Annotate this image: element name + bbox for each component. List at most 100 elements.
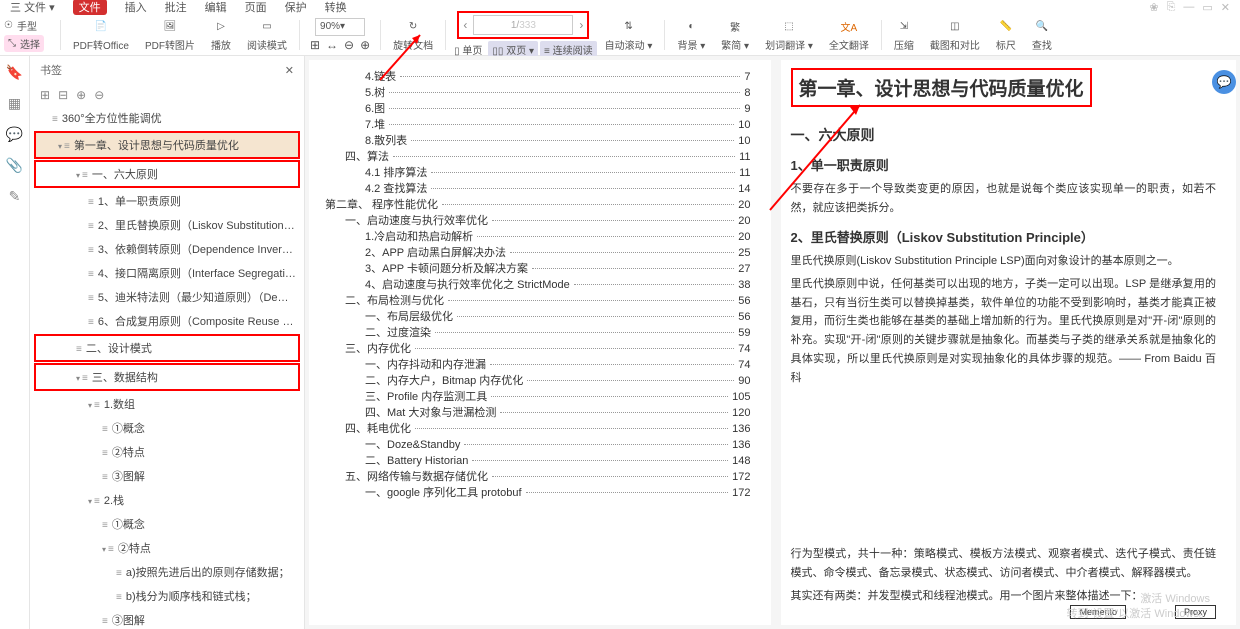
wc-max[interactable]: ▭ (1202, 1, 1212, 14)
bookmark-item[interactable]: a)按照先进后出的原则存储数据； (30, 560, 304, 584)
thumbnail-icon[interactable]: ▦ (8, 95, 21, 112)
toc-line: 三、内存优化74 (325, 340, 751, 356)
bookmark-item[interactable]: 1、单一职责原则 (30, 189, 304, 213)
tab-protect[interactable]: 保护 (285, 0, 307, 15)
toc-line: 一、启动速度与执行效率优化20 (325, 212, 751, 228)
right-p1: 行为型模式，共十一种：策略模式、模板方法模式、观察者模式、迭代子模式、责任链模式… (791, 545, 1217, 582)
section1-h: 1、单一职责原则 (791, 155, 1217, 174)
chat-bubble-icon[interactable]: 💬 (1212, 70, 1236, 94)
toc-line: 四、Mat 大对象与泄漏检测120 (325, 404, 751, 420)
play-button[interactable]: ▷播放 (211, 17, 231, 52)
pdf-to-office[interactable]: 📄PDF转Office (73, 17, 129, 52)
del-bm-icon[interactable]: ⊖ (94, 88, 104, 102)
pdf-to-image[interactable]: 🖼PDF转图片 (145, 17, 195, 52)
add-bm-icon[interactable]: ⊕ (76, 88, 86, 102)
bookmark-item[interactable]: 2.栈 (30, 488, 304, 512)
toc-line: 4.链表7 (325, 68, 751, 84)
toc-line: 五、网络传输与数据存储优化172 (325, 468, 751, 484)
collapse-icon[interactable]: ⊟ (58, 88, 68, 102)
bookmark-item[interactable]: 3、依赖倒转原则（Dependence Inversion Principle） (30, 237, 304, 261)
wc-2[interactable]: ⎘ (1167, 1, 1176, 14)
bookmark-item[interactable]: ③图解 (30, 464, 304, 488)
wc-1[interactable]: ❀ (1149, 1, 1158, 14)
section2-h: 2、里氏替换原则（Liskov Substitution Principle） (791, 227, 1217, 246)
find[interactable]: 🔍查找 (1032, 17, 1052, 52)
toc-line: 二、内存大户，Bitmap 内存优化90 (325, 372, 751, 388)
next-page[interactable]: › (579, 18, 583, 32)
wc-close[interactable]: ✕ (1221, 1, 1230, 14)
bookmark-item[interactable]: b)栈分为顺序栈和链式栈； (30, 584, 304, 608)
toc-line: 4.1 排序算法11 (325, 164, 751, 180)
close-sidebar[interactable]: ✕ (285, 64, 294, 77)
tab-page[interactable]: 页面 (245, 0, 267, 15)
comment-icon[interactable]: 💬 (6, 126, 23, 143)
watermark: 激活 Windows 转到"设置"以激活 Windows。 (1067, 592, 1211, 621)
tab-annot[interactable]: 批注 (165, 0, 187, 15)
bookmark-item[interactable]: ③图解 (30, 608, 304, 629)
menu-tabs: 三 文件 ▾ 文件 插入 批注 编辑 页面 保护 转换 ❀ ⎘ — ▭ ✕ (0, 0, 1240, 14)
left-rail: 🔖 ▦ 💬 📎 ✎ (0, 56, 30, 629)
bookmark-item[interactable]: 二、设计模式 (36, 336, 298, 360)
bookmark-item[interactable]: ①概念 (30, 416, 304, 440)
toc-line: 3、APP 卡顿问题分析及解决方案27 (325, 260, 751, 276)
sign-icon[interactable]: ✎ (9, 188, 21, 205)
tab-start[interactable]: 文件 (73, 0, 107, 15)
toc-line: 四、耗电优化136 (325, 420, 751, 436)
bookmark-item[interactable]: 2、里氏替换原则（Liskov Substitution Principle） (30, 213, 304, 237)
tab-file[interactable]: 三 文件 ▾ (10, 0, 55, 15)
bookmark-item[interactable]: 6、合成复用原则（Composite Reuse Principle） (30, 309, 304, 333)
toc-line: 二、过度渲染59 (325, 324, 751, 340)
page-input[interactable]: 1/333 (473, 15, 573, 35)
crop-compare[interactable]: ◫截图和对比 (930, 17, 980, 52)
toc-line: 第二章、 程序性能优化20 (325, 196, 751, 212)
prev-page[interactable]: ‹ (463, 18, 467, 32)
bookmark-item[interactable]: 三、数据结构 (36, 365, 298, 389)
compress[interactable]: ⇲压缩 (894, 17, 914, 52)
left-para: 历史替换原则中，子类对父类的方法尽量不要重写和重载。因为父类代表了定义好的结构，… (325, 624, 751, 625)
rotate[interactable]: ↻旋转文档 (393, 17, 433, 52)
select-tool[interactable]: ⤡ 选择 (4, 35, 44, 52)
bookmark-item[interactable]: 5、迪米特法则（最少知道原则）（Demeter Principle） (30, 285, 304, 309)
bookmark-sidebar: 书签 ✕ ⊞ ⊟ ⊕ ⊖ 360°全方位性能调优 第一章、设计思想与代码质量优化… (30, 56, 305, 629)
bookmark-item[interactable]: ②特点 (30, 440, 304, 464)
toc-line: 6.图9 (325, 100, 751, 116)
section2-p1: 里氏代换原则(Liskov Substitution Principle LSP… (791, 252, 1217, 271)
bookmark-icon[interactable]: 🔖 (6, 64, 23, 81)
zoom-fit-icon[interactable]: ⊞ (310, 38, 320, 52)
bookmark-item[interactable]: 1.数组 (30, 392, 304, 416)
zoom-width-icon[interactable]: ↔ (326, 38, 338, 52)
toolbar: ☉ 手型 ⤡ 选择 📄PDF转Office 🖼PDF转图片 ▷播放 ▭阅读模式 … (0, 14, 1240, 56)
wc-min[interactable]: — (1183, 1, 1194, 14)
read-mode[interactable]: ▭阅读模式 (247, 17, 287, 52)
auto-scroll[interactable]: ⇅自动滚动 ▾ (605, 17, 653, 52)
bookmark-item[interactable]: ②特点 (30, 536, 304, 560)
toc-line: 二、布局检测与优化56 (325, 292, 751, 308)
background[interactable]: ◐背景 ▾ (677, 17, 705, 52)
page-navigator: ‹ 1/333 › (457, 11, 589, 39)
page-viewport[interactable]: 4.链表75.树86.图97.堆108.散列表10四、算法114.1 排序算法1… (305, 56, 1240, 629)
section2-p2: 里氏代换原则中说，任何基类可以出现的地方，子类一定可以出现。LSP 是继承复用的… (791, 275, 1217, 387)
expand-icon[interactable]: ⊞ (40, 88, 50, 102)
section1-p: 不要存在多于一个导致类变更的原因，也就是说每个类应该实现单一的职责，如若不然，就… (791, 180, 1217, 217)
toc-line: 一、google 序列化工具 protobuf172 (325, 484, 751, 500)
toc-line: 一、Doze&Standby136 (325, 436, 751, 452)
attach-icon[interactable]: 📎 (6, 157, 23, 174)
zoom-in-icon[interactable]: ⊕ (360, 38, 370, 52)
bookmark-item[interactable]: 第一章、设计思想与代码质量优化 (36, 133, 298, 157)
toc-line: 5.树8 (325, 84, 751, 100)
dict-translate[interactable]: ⬚划词翻译 ▾ (765, 17, 813, 52)
zoom-input[interactable]: 90% ▾ (315, 18, 365, 36)
toc-line: 8.散列表10 (325, 132, 751, 148)
zoom-out-icon[interactable]: ⊖ (344, 38, 354, 52)
tab-convert[interactable]: 转换 (325, 0, 347, 15)
tab-edit[interactable]: 编辑 (205, 0, 227, 15)
bookmark-item[interactable]: ①概念 (30, 512, 304, 536)
full-translate[interactable]: 文A全文翻译 (829, 17, 869, 52)
ruler[interactable]: 📏标尺 (996, 17, 1016, 52)
bookmark-item[interactable]: 4、接口隔离原则（Interface Segregation Principle… (30, 261, 304, 285)
bm-root[interactable]: 360°全方位性能调优 (30, 106, 304, 130)
bookmark-item[interactable]: 一、六大原则 (36, 162, 298, 186)
trad-simp[interactable]: 繁繁简 ▾ (721, 17, 749, 52)
tab-insert[interactable]: 插入 (125, 0, 147, 15)
hand-tool[interactable]: ☉ 手型 (4, 18, 44, 33)
